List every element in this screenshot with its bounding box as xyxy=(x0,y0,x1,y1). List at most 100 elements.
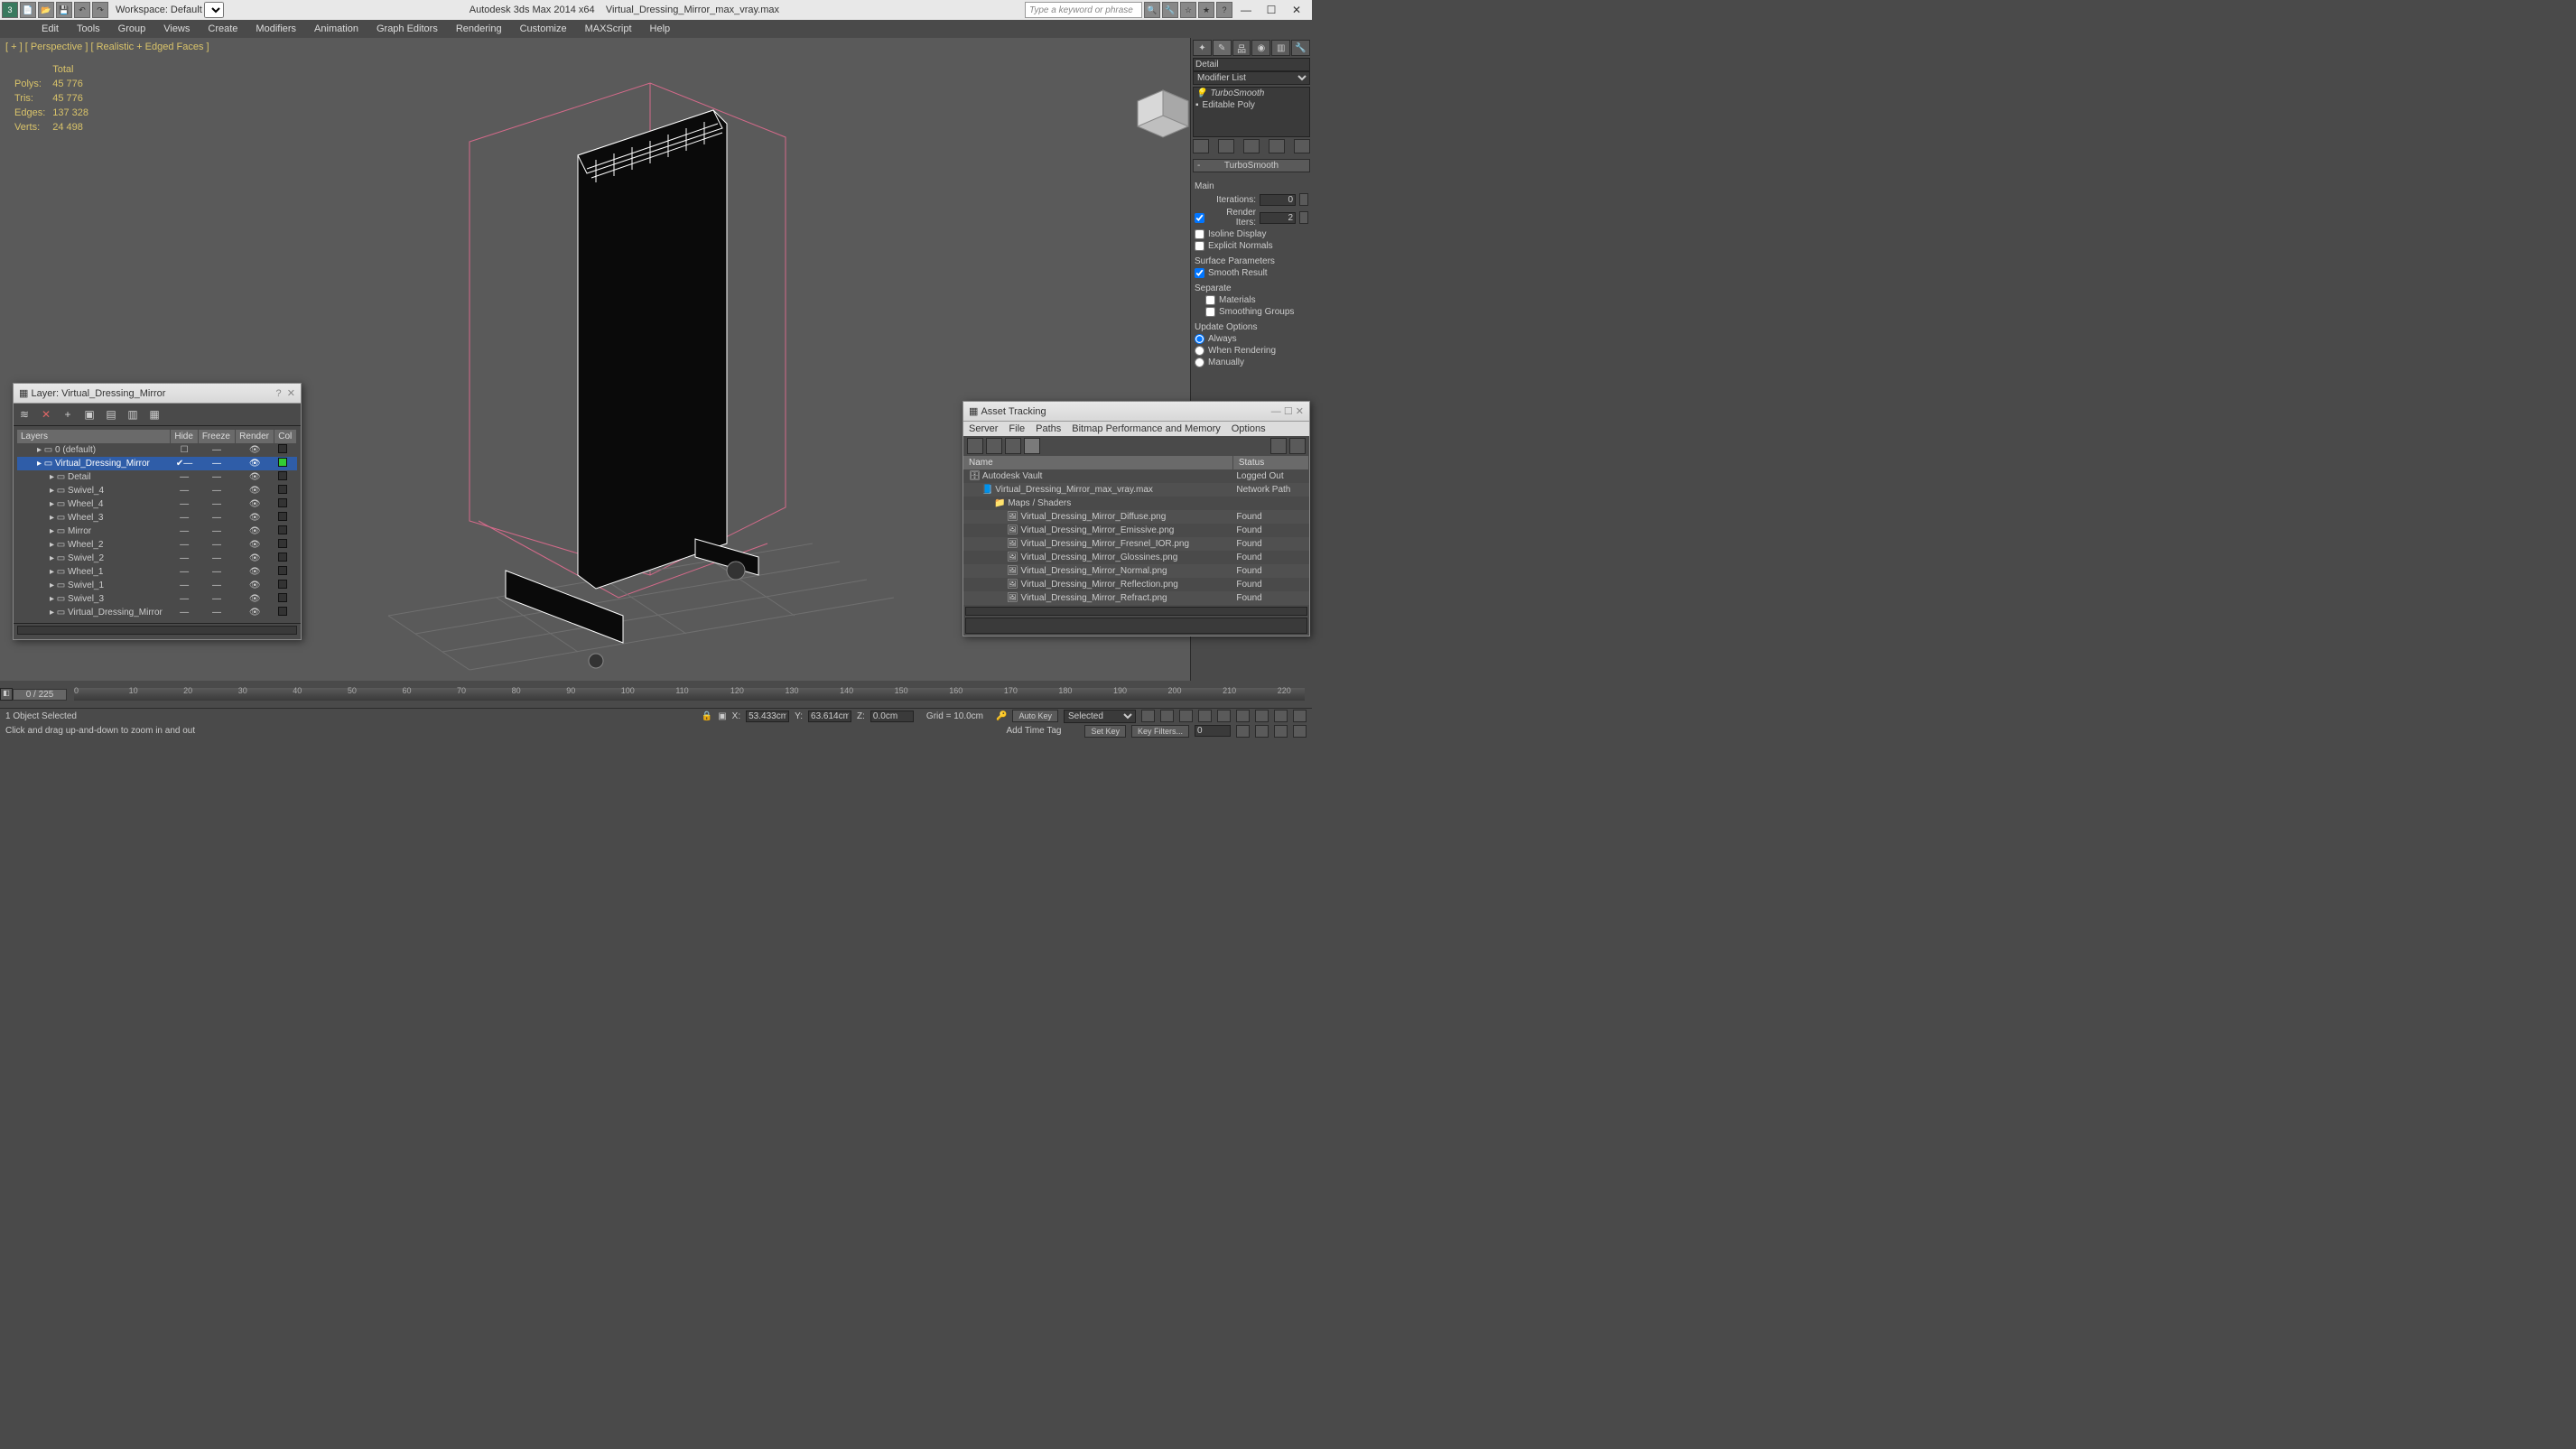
smooth-result-check[interactable] xyxy=(1195,268,1204,278)
asset-col-name[interactable]: Name xyxy=(963,456,1232,469)
render-iters-check[interactable] xyxy=(1195,213,1204,223)
asset-menu-file[interactable]: File xyxy=(1009,423,1025,434)
timeline[interactable]: ◧ 0 / 225 010203040506070809010011012013… xyxy=(0,681,1312,708)
frame-field[interactable] xyxy=(1195,725,1231,737)
coord-z-field[interactable] xyxy=(870,711,914,722)
remove-mod-icon[interactable] xyxy=(1269,139,1285,153)
nav-max2-icon[interactable] xyxy=(1293,725,1307,738)
show-end-icon[interactable] xyxy=(1218,139,1234,153)
tab-hierarchy-icon[interactable]: 品 xyxy=(1232,40,1251,56)
modifier-list-select[interactable]: Modifier List xyxy=(1193,71,1310,85)
autokey-button[interactable]: Auto Key xyxy=(1012,710,1058,722)
layer-row[interactable]: ▸ ▭ Virtual_Dressing_Mirror——👁 xyxy=(17,606,297,619)
workspace-select[interactable] xyxy=(204,2,224,18)
asset-menu-bitmap-performance-and-memory[interactable]: Bitmap Performance and Memory xyxy=(1072,423,1220,434)
menu-views[interactable]: Views xyxy=(154,22,199,36)
asset-row[interactable]: 🖼 Virtual_Dressing_Mirror_Diffuse.pngFou… xyxy=(963,510,1309,524)
coord-x-field[interactable] xyxy=(746,711,789,722)
asset-refresh-icon[interactable] xyxy=(967,438,983,454)
tab-display-icon[interactable]: ▥ xyxy=(1271,40,1290,56)
star-icon[interactable]: ★ xyxy=(1198,2,1214,18)
materials-check[interactable] xyxy=(1205,295,1215,305)
rollout-turbosmooth[interactable]: TurboSmooth xyxy=(1193,159,1310,172)
layer-dialog-help-icon[interactable]: ? xyxy=(276,388,282,399)
layer-col-layers[interactable]: Layers xyxy=(17,430,171,443)
prev-frame-icon[interactable] xyxy=(1160,710,1174,722)
asset-minimize-icon[interactable]: — xyxy=(1271,406,1281,417)
asset-row[interactable]: 🖼 Virtual_Dressing_Mirror_Emissive.pngFo… xyxy=(963,524,1309,537)
layer-highlight-icon[interactable]: ▤ xyxy=(103,406,119,423)
menu-modifiers[interactable]: Modifiers xyxy=(246,22,305,36)
layer-row[interactable]: ▸ ▭ Detail——👁 xyxy=(17,470,297,484)
undo-icon[interactable]: ↶ xyxy=(74,2,90,18)
tab-utilities-icon[interactable]: 🔧 xyxy=(1291,40,1310,56)
isoline-check[interactable] xyxy=(1195,229,1204,239)
redo-icon[interactable]: ↷ xyxy=(92,2,108,18)
asset-row[interactable]: 📘 Virtual_Dressing_Mirror_max_vray.maxNe… xyxy=(963,483,1309,497)
unique-icon[interactable] xyxy=(1243,139,1260,153)
viewport-label[interactable]: [ + ] [ Perspective ] [ Realistic + Edge… xyxy=(5,42,209,52)
help-icon[interactable]: ? xyxy=(1216,2,1232,18)
layer-row[interactable]: ▸ ▭ Mirror——👁 xyxy=(17,525,297,538)
lock-icon[interactable]: 🔒 xyxy=(702,711,712,721)
menu-rendering[interactable]: Rendering xyxy=(447,22,511,36)
layer-row[interactable]: ▸ ▭ Wheel_2——👁 xyxy=(17,538,297,552)
asset-close-icon[interactable]: ✕ xyxy=(1296,405,1304,417)
iterations-spinner[interactable] xyxy=(1299,193,1308,206)
smoothing-groups-check[interactable] xyxy=(1205,307,1215,317)
asset-row[interactable]: 🖼 Virtual_Dressing_Mirror_Fresnel_IOR.pn… xyxy=(963,537,1309,551)
key-mode-select[interactable]: Selected xyxy=(1064,710,1136,723)
layer-row[interactable]: ▸ ▭ Wheel_4——👁 xyxy=(17,497,297,511)
asset-tracking-dialog[interactable]: ▦ Asset Tracking — ☐ ✕ ServerFilePathsBi… xyxy=(963,401,1310,636)
nav-orbit-icon[interactable] xyxy=(1274,710,1288,722)
layer-col-freeze[interactable]: Freeze xyxy=(198,430,235,443)
tab-motion-icon[interactable]: ◉ xyxy=(1251,40,1270,56)
asset-table-icon[interactable] xyxy=(1005,438,1021,454)
layer-col-render[interactable]: Render xyxy=(236,430,274,443)
render-iters-spinner[interactable] xyxy=(1299,211,1308,224)
update-when-rendering-radio[interactable] xyxy=(1195,346,1204,356)
nav-pan-icon[interactable] xyxy=(1236,710,1250,722)
menu-maxscript[interactable]: MAXScript xyxy=(576,22,641,36)
menu-tools[interactable]: Tools xyxy=(68,22,109,36)
layer-row[interactable]: ▸ ▭ Virtual_Dressing_Mirror✔——👁 xyxy=(17,457,297,470)
layer-row[interactable]: ▸ ▭ 0 (default)☐—👁 xyxy=(17,443,297,457)
layer-row[interactable]: ▸ ▭ Wheel_3——👁 xyxy=(17,511,297,525)
layer-new-icon[interactable]: ≋ xyxy=(16,406,33,423)
config-mod-icon[interactable] xyxy=(1294,139,1310,153)
asset-row[interactable]: 🖼 Virtual_Dressing_Mirror_Glossines.pngF… xyxy=(963,551,1309,564)
explicit-check[interactable] xyxy=(1195,241,1204,251)
menu-group[interactable]: Group xyxy=(109,22,155,36)
asset-menu-paths[interactable]: Paths xyxy=(1036,423,1061,434)
layer-dialog-close-icon[interactable]: ✕ xyxy=(287,387,295,399)
nav-zoom-ext-icon[interactable] xyxy=(1236,725,1250,738)
tab-create-icon[interactable]: ✦ xyxy=(1193,40,1212,56)
layer-delete-icon[interactable]: ✕ xyxy=(38,406,54,423)
comm-center-icon[interactable]: 🔧 xyxy=(1162,2,1178,18)
search-go-icon[interactable]: 🔍 xyxy=(1144,2,1160,18)
add-time-tag[interactable]: Add Time Tag xyxy=(1006,726,1061,736)
asset-row[interactable]: 🖼 Virtual_Dressing_Mirror_Normal.pngFoun… xyxy=(963,564,1309,578)
app-logo-icon[interactable]: 3 xyxy=(2,2,18,18)
nav-walk-icon[interactable] xyxy=(1274,725,1288,738)
asset-maximize-icon[interactable]: ☐ xyxy=(1284,405,1293,417)
next-frame-icon[interactable] xyxy=(1198,710,1212,722)
save-icon[interactable]: 💾 xyxy=(56,2,72,18)
render-iters-field[interactable] xyxy=(1260,212,1296,224)
close-button[interactable]: ✕ xyxy=(1285,2,1308,18)
menu-create[interactable]: Create xyxy=(199,22,246,36)
layer-row[interactable]: ▸ ▭ Swivel_3——👁 xyxy=(17,592,297,606)
search-input[interactable]: Type a keyword or phrase xyxy=(1025,2,1142,18)
favorites-icon[interactable]: ☆ xyxy=(1180,2,1196,18)
layer-scrollbar[interactable] xyxy=(17,626,297,635)
layer-row[interactable]: ▸ ▭ Wheel_1——👁 xyxy=(17,565,297,579)
nav-zoom-icon[interactable] xyxy=(1255,710,1269,722)
keyfilters-button[interactable]: Key Filters... xyxy=(1131,725,1189,738)
layer-dialog[interactable]: ▦ Layer: Virtual_Dressing_Mirror ? ✕ ≋ ✕… xyxy=(13,383,302,640)
layer-row[interactable]: ▸ ▭ Swivel_1——👁 xyxy=(17,579,297,592)
iterations-field[interactable] xyxy=(1260,194,1296,206)
asset-tree-icon[interactable] xyxy=(986,438,1002,454)
asset-col-status[interactable]: Status xyxy=(1232,456,1308,469)
asset-scrollbar[interactable] xyxy=(965,607,1307,616)
play-icon[interactable] xyxy=(1179,710,1193,722)
